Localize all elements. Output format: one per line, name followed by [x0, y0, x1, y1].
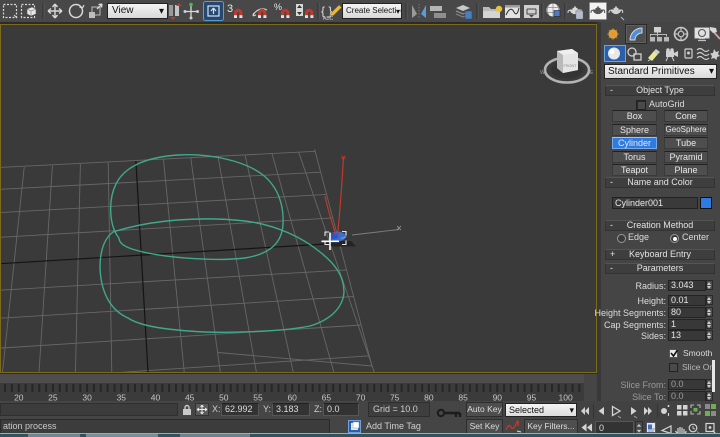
- svg-text:0: 0: [599, 423, 604, 433]
